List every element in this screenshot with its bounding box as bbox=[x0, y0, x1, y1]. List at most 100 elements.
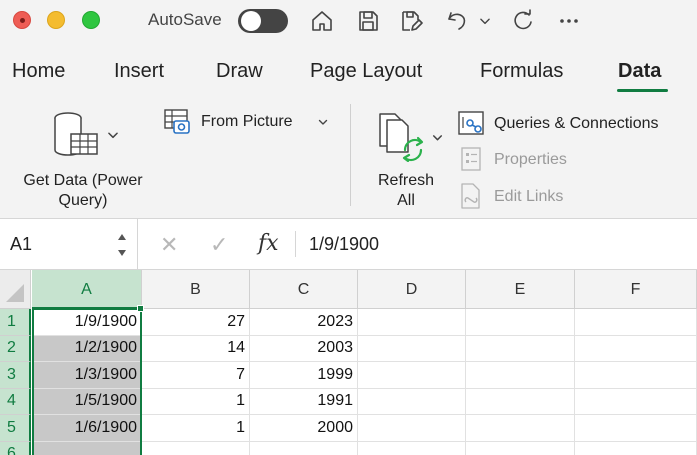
get-data-label-line1: Get Data (Power bbox=[23, 172, 143, 189]
name-box-stepper-icon[interactable] bbox=[116, 230, 128, 260]
title-bar: AutoSave bbox=[0, 0, 697, 44]
edit-links-icon bbox=[461, 183, 480, 209]
home-icon[interactable] bbox=[307, 6, 337, 36]
save-as-icon[interactable] bbox=[396, 6, 426, 36]
insert-function-button[interactable]: fx bbox=[258, 231, 279, 256]
cell-c3[interactable]: 1999 bbox=[250, 362, 358, 389]
tab-home[interactable]: Home bbox=[12, 60, 65, 83]
properties-label: Properties bbox=[494, 151, 567, 168]
cell-c6[interactable] bbox=[250, 441, 358, 455]
column-header-d[interactable]: D bbox=[358, 270, 466, 309]
cell-b1[interactable]: 27 bbox=[142, 309, 250, 336]
zoom-window-button[interactable] bbox=[82, 11, 100, 29]
cell-f5[interactable] bbox=[575, 415, 697, 442]
spreadsheet-grid: ABCDEF 1 1/9/1900 27 2023 2 1/2/1900 14 2003 3 1/… bbox=[0, 270, 697, 455]
tab-insert[interactable]: Insert bbox=[114, 60, 164, 83]
refresh-all-icon bbox=[379, 113, 424, 162]
cell-d3[interactable] bbox=[358, 362, 466, 389]
edit-links-label: Edit Links bbox=[494, 188, 564, 205]
cell-d2[interactable] bbox=[358, 335, 466, 362]
toggle-knob bbox=[241, 11, 261, 31]
formula-bar-separator bbox=[295, 231, 296, 257]
cell-b4[interactable]: 1 bbox=[142, 388, 250, 415]
cell-e4[interactable] bbox=[466, 388, 575, 415]
name-box-value: A1 bbox=[10, 234, 33, 254]
cell-b5[interactable]: 1 bbox=[142, 415, 250, 442]
cell-c2[interactable]: 2003 bbox=[250, 335, 358, 362]
row-header-1[interactable]: 1 bbox=[0, 309, 31, 336]
cell-a4[interactable]: 1/5/1900 bbox=[32, 388, 142, 415]
picture-table-icon bbox=[164, 109, 190, 134]
cell-d4[interactable] bbox=[358, 388, 466, 415]
cancel-icon[interactable]: ✕ bbox=[160, 232, 178, 258]
cell-a5[interactable]: 1/6/1900 bbox=[32, 415, 142, 442]
cell-f3[interactable] bbox=[575, 362, 697, 389]
cell-d1[interactable] bbox=[358, 309, 466, 336]
cell-a2[interactable]: 1/2/1900 bbox=[32, 335, 142, 362]
cell-d6[interactable] bbox=[358, 441, 466, 455]
ribbon-body: Get Data (Power Query) From Picture Refr… bbox=[0, 94, 697, 218]
fill-handle[interactable] bbox=[137, 305, 144, 312]
undo-icon[interactable] bbox=[442, 6, 472, 36]
formula-input[interactable]: 1/9/1900 bbox=[309, 234, 379, 255]
cell-a3[interactable]: 1/3/1900 bbox=[32, 362, 142, 389]
active-tab-indicator bbox=[617, 89, 668, 92]
chevron-down-icon bbox=[108, 132, 118, 139]
refresh-all-label-line1: Refresh bbox=[377, 172, 435, 189]
row-header-2[interactable]: 2 bbox=[0, 335, 31, 362]
ribbon-group-separator bbox=[350, 104, 351, 206]
select-all-corner[interactable] bbox=[0, 270, 31, 309]
cell-e5[interactable] bbox=[466, 415, 575, 442]
cell-b6[interactable] bbox=[142, 441, 250, 455]
tab-data[interactable]: Data bbox=[618, 60, 661, 83]
row-header-5[interactable]: 5 bbox=[0, 415, 31, 442]
formula-bar: A1 ✕ ✓ fx 1/9/1900 bbox=[0, 218, 697, 270]
save-icon[interactable] bbox=[353, 6, 383, 36]
row-header-6[interactable]: 6 bbox=[0, 441, 31, 455]
cell-f4[interactable] bbox=[575, 388, 697, 415]
autosave-toggle[interactable] bbox=[238, 9, 288, 33]
chevron-down-icon bbox=[432, 135, 443, 141]
column-header-b[interactable]: B bbox=[142, 270, 250, 309]
redo-icon[interactable] bbox=[508, 6, 538, 36]
ribbon-tabs: Home Insert Draw Page Layout Formulas Da… bbox=[0, 44, 697, 94]
cell-f2[interactable] bbox=[575, 335, 697, 362]
undo-dropdown-chevron-icon[interactable] bbox=[476, 6, 494, 36]
tab-page-layout[interactable]: Page Layout bbox=[310, 60, 422, 83]
properties-icon bbox=[461, 147, 481, 171]
row-header-3[interactable]: 3 bbox=[0, 362, 31, 389]
tab-formulas[interactable]: Formulas bbox=[480, 60, 563, 83]
select-all-triangle-icon bbox=[6, 284, 24, 302]
cell-e2[interactable] bbox=[466, 335, 575, 362]
refresh-all-label-line2: All bbox=[397, 192, 415, 209]
cell-c4[interactable]: 1991 bbox=[250, 388, 358, 415]
cell-a6[interactable] bbox=[32, 441, 142, 455]
close-window-button[interactable] bbox=[13, 11, 31, 29]
cell-d5[interactable] bbox=[358, 415, 466, 442]
cell-f6[interactable] bbox=[575, 441, 697, 455]
cell-a1[interactable]: 1/9/1900 bbox=[32, 309, 142, 336]
cell-e1[interactable] bbox=[466, 309, 575, 336]
queries-connections-label: Queries & Connections bbox=[494, 115, 659, 132]
name-box[interactable]: A1 bbox=[0, 219, 138, 269]
cell-e3[interactable] bbox=[466, 362, 575, 389]
cell-c1[interactable]: 2023 bbox=[250, 309, 358, 336]
database-icon bbox=[54, 112, 98, 156]
cell-f1[interactable] bbox=[575, 309, 697, 336]
row-header-4[interactable]: 4 bbox=[0, 388, 31, 415]
queries-connections-icon bbox=[458, 111, 484, 135]
from-picture-label: From Picture bbox=[201, 113, 293, 130]
column-header-e[interactable]: E bbox=[466, 270, 575, 309]
enter-check-icon[interactable]: ✓ bbox=[210, 232, 228, 258]
cell-c5[interactable]: 2000 bbox=[250, 415, 358, 442]
cell-b3[interactable]: 7 bbox=[142, 362, 250, 389]
column-header-a[interactable]: A bbox=[32, 270, 142, 309]
tab-draw[interactable]: Draw bbox=[216, 60, 263, 83]
minimize-window-button[interactable] bbox=[47, 11, 65, 29]
cell-b2[interactable]: 14 bbox=[142, 335, 250, 362]
more-icon[interactable] bbox=[554, 6, 584, 36]
autosave-label: AutoSave bbox=[148, 10, 222, 29]
column-header-f[interactable]: F bbox=[575, 270, 697, 309]
column-header-c[interactable]: C bbox=[250, 270, 358, 309]
cell-e6[interactable] bbox=[466, 441, 575, 455]
